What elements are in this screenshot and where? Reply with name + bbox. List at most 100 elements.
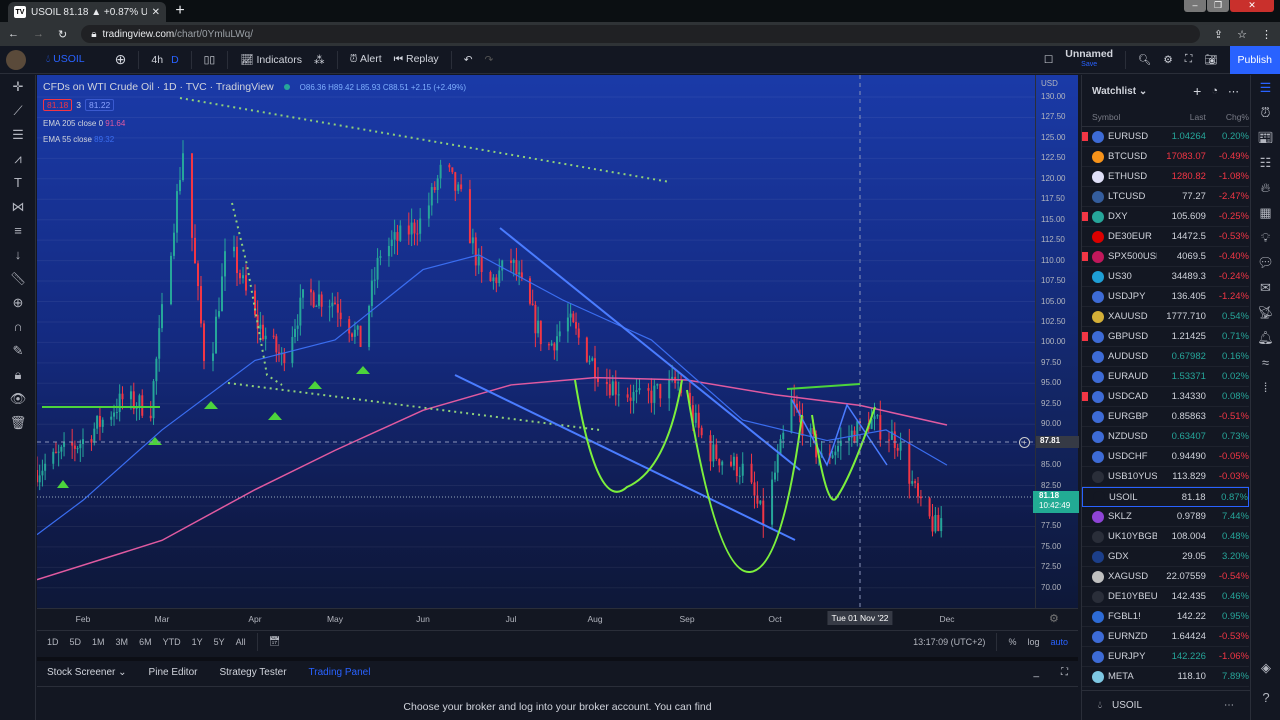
layers-icon[interactable]: ◈ bbox=[1251, 655, 1280, 680]
range-5d[interactable]: 5D bbox=[70, 637, 82, 647]
axis-settings-icon[interactable]: ⚙ bbox=[1049, 612, 1059, 625]
chats-icon[interactable]: 💬︎ bbox=[1251, 250, 1280, 275]
arrow-down-icon[interactable]: ↓ bbox=[0, 243, 36, 267]
prediction-icon[interactable]: ⋈ bbox=[0, 195, 36, 219]
chart-pane[interactable]: CFDs on WTI Crude Oil · 1D · TVC · Tradi… bbox=[37, 75, 1035, 608]
more-options-icon[interactable]: ⋯ bbox=[1228, 85, 1239, 98]
column-chg[interactable]: Chg% bbox=[1206, 112, 1249, 122]
watchlist-row[interactable]: SPX500USD 4069.5 -0.40% bbox=[1082, 247, 1249, 267]
bookmark-star-icon[interactable]: ☆ bbox=[1237, 28, 1247, 41]
minimize-panel-icon[interactable]: _ bbox=[1033, 667, 1039, 680]
clock-timezone[interactable]: 13:17:09 (UTC+2) bbox=[913, 637, 985, 647]
watchlist-row[interactable]: US30 34489.3 -0.24% bbox=[1082, 267, 1249, 287]
help-icon[interactable]: ? bbox=[1251, 685, 1280, 710]
alert-button[interactable]: ⏰︎ Alert bbox=[350, 53, 382, 66]
watchlist-row[interactable]: UK10YBGBP 108.004 0.48% bbox=[1082, 527, 1249, 547]
add-symbol-icon[interactable]: + bbox=[1193, 83, 1201, 99]
messages-icon[interactable]: ✉ bbox=[1251, 275, 1280, 300]
streams-icon[interactable]: 📡︎ bbox=[1251, 300, 1280, 325]
ruler-icon[interactable]: 📏︎ bbox=[0, 267, 36, 291]
red-flag-icon[interactable] bbox=[1082, 392, 1088, 401]
maximize-button[interactable]: ❐ bbox=[1207, 0, 1229, 12]
calendar-icon[interactable]: ▦ bbox=[1251, 200, 1280, 225]
position-icon[interactable]: ≡ bbox=[0, 219, 36, 243]
browser-tab[interactable]: TV USOIL 81.18 ▲ +0.87% Unnamed ✕ bbox=[8, 2, 166, 22]
watchlist-row[interactable]: DE30EUR 14472.5 -0.53% bbox=[1082, 227, 1249, 247]
ema205-legend[interactable]: EMA 205 close 0 91.64 bbox=[43, 119, 125, 128]
templates-icon[interactable]: ⁂ bbox=[314, 54, 325, 66]
replay-button[interactable]: ⏮︎ Replay bbox=[394, 53, 439, 66]
save-link[interactable]: Save bbox=[1081, 61, 1097, 68]
news-icon[interactable]: 📰︎ bbox=[1251, 125, 1280, 150]
percent-scale-toggle[interactable]: % bbox=[1008, 637, 1016, 647]
menu-dots-icon[interactable]: ⋮ bbox=[1261, 28, 1272, 41]
lock-icon[interactable]: 🔒︎ bbox=[0, 363, 36, 387]
interval-d-button[interactable]: D bbox=[171, 54, 179, 66]
minimize-button[interactable]: – bbox=[1184, 0, 1206, 12]
watchlist-row[interactable]: USDCAD 1.34330 0.08% bbox=[1082, 387, 1249, 407]
watchlist-row[interactable]: DXY 105.609 -0.25% bbox=[1082, 207, 1249, 227]
watchlist-row[interactable]: META 118.10 7.89% bbox=[1082, 667, 1249, 687]
user-avatar[interactable] bbox=[6, 49, 26, 70]
tab-strategy-tester[interactable]: Strategy Tester bbox=[219, 667, 286, 680]
candlestick-chart[interactable] bbox=[37, 75, 1035, 608]
undo-icon[interactable]: ↶ bbox=[464, 54, 473, 66]
reload-icon[interactable]: ↻ bbox=[58, 28, 67, 41]
zoom-in-icon[interactable]: ⊕ bbox=[0, 291, 36, 315]
data-window-icon[interactable]: ☷ bbox=[1251, 150, 1280, 175]
forward-icon[interactable]: → bbox=[33, 28, 44, 40]
watchlist-row[interactable]: USDCHF 0.94490 -0.05% bbox=[1082, 447, 1249, 467]
watchlist-row[interactable]: EURJPY 142.226 -1.06% bbox=[1082, 647, 1249, 667]
watchlist-row[interactable]: EURAUD 1.53371 0.02% bbox=[1082, 367, 1249, 387]
log-scale-toggle[interactable]: log bbox=[1027, 637, 1039, 647]
go-to-date-icon[interactable]: 📅︎ bbox=[269, 636, 280, 647]
settings-gear-icon[interactable]: ⚙ bbox=[1163, 54, 1172, 66]
maximize-panel-icon[interactable]: ⛶ bbox=[1061, 667, 1068, 680]
watchlist-row[interactable]: EURUSD 1.04264 0.20% bbox=[1082, 127, 1249, 147]
text-tool-icon[interactable]: T bbox=[0, 171, 36, 195]
magnet-icon[interactable]: ∩ bbox=[0, 315, 36, 339]
watchlist-row[interactable]: FGBL1! 142.22 0.95% bbox=[1082, 607, 1249, 627]
indicators-button[interactable]: 📈︎ Indicators bbox=[240, 53, 302, 66]
fib-lines-icon[interactable]: ☰ bbox=[0, 123, 36, 147]
watchlist-icon[interactable]: ☰ bbox=[1251, 75, 1280, 100]
tab-pine-editor[interactable]: Pine Editor bbox=[149, 667, 198, 680]
watchlist-row[interactable]: ETHUSD 1280.82 -1.08% bbox=[1082, 167, 1249, 187]
range-1y[interactable]: 1Y bbox=[192, 637, 203, 647]
advanced-view-icon[interactable]: ◔ bbox=[1211, 85, 1218, 97]
crosshair-icon[interactable]: ✛ bbox=[0, 75, 36, 99]
interval-4h-button[interactable]: 4h bbox=[151, 54, 163, 66]
watchlist-row[interactable]: GDX 29.05 3.20% bbox=[1082, 547, 1249, 567]
sell-price-button[interactable]: 81.18 bbox=[43, 99, 73, 111]
hide-eye-icon[interactable]: 👁︎ bbox=[0, 387, 36, 411]
watchlist-title[interactable]: Watchlist ⌄ bbox=[1092, 86, 1183, 97]
publish-button[interactable]: Publish bbox=[1229, 45, 1280, 74]
auto-scale-toggle[interactable]: auto bbox=[1050, 637, 1068, 647]
new-tab-button[interactable]: + bbox=[172, 3, 188, 20]
watchlist-row[interactable]: USB10YUSD 113.829 -0.03% bbox=[1082, 467, 1249, 487]
crosshair-add-icon[interactable]: + bbox=[1019, 437, 1030, 448]
watchlist-row[interactable]: USDJPY 136.405 -1.24% bbox=[1082, 287, 1249, 307]
watchlist-row[interactable]: XAUUSD 1777.710 0.54% bbox=[1082, 307, 1249, 327]
watchlist-row[interactable]: DE10YBEUR 142.435 0.46% bbox=[1082, 587, 1249, 607]
range-3m[interactable]: 3M bbox=[116, 637, 129, 647]
red-flag-icon[interactable] bbox=[1082, 132, 1088, 141]
watchlist-row[interactable]: AUDUSD 0.67982 0.16% bbox=[1082, 347, 1249, 367]
share-icon[interactable]: ⇪ bbox=[1214, 28, 1223, 41]
notifications-bell-icon[interactable]: 🔔︎ bbox=[1251, 325, 1280, 350]
watchlist-row[interactable]: USOIL 81.18 0.87% bbox=[1082, 487, 1249, 507]
dom-icon[interactable]: ⁞ bbox=[1251, 375, 1280, 400]
trash-icon[interactable]: 🗑︎ bbox=[0, 411, 36, 435]
range-5y[interactable]: 5Y bbox=[214, 637, 225, 647]
ideas-lightbulb-icon[interactable]: 💡︎ bbox=[1251, 225, 1280, 250]
range-1m[interactable]: 1M bbox=[92, 637, 105, 647]
layout-name-button[interactable]: Unnamed Save bbox=[1065, 49, 1113, 69]
symbol-search-button[interactable]: 💧︎ USOIL bbox=[46, 53, 85, 66]
ema55-legend[interactable]: EMA 55 close 89.32 bbox=[43, 135, 114, 144]
watchlist-row[interactable]: XAGUSD 22.07559 -0.54% bbox=[1082, 567, 1249, 587]
currency-selector[interactable]: USD bbox=[1041, 79, 1058, 88]
details-more-icon[interactable]: ⋯ bbox=[1224, 700, 1234, 711]
tab-stock-screener[interactable]: Stock Screener ⌄ bbox=[47, 667, 127, 680]
buy-price-button[interactable]: 81.22 bbox=[85, 99, 115, 111]
watchlist-row[interactable]: BTCUSD 17083.07 -0.49% bbox=[1082, 147, 1249, 167]
